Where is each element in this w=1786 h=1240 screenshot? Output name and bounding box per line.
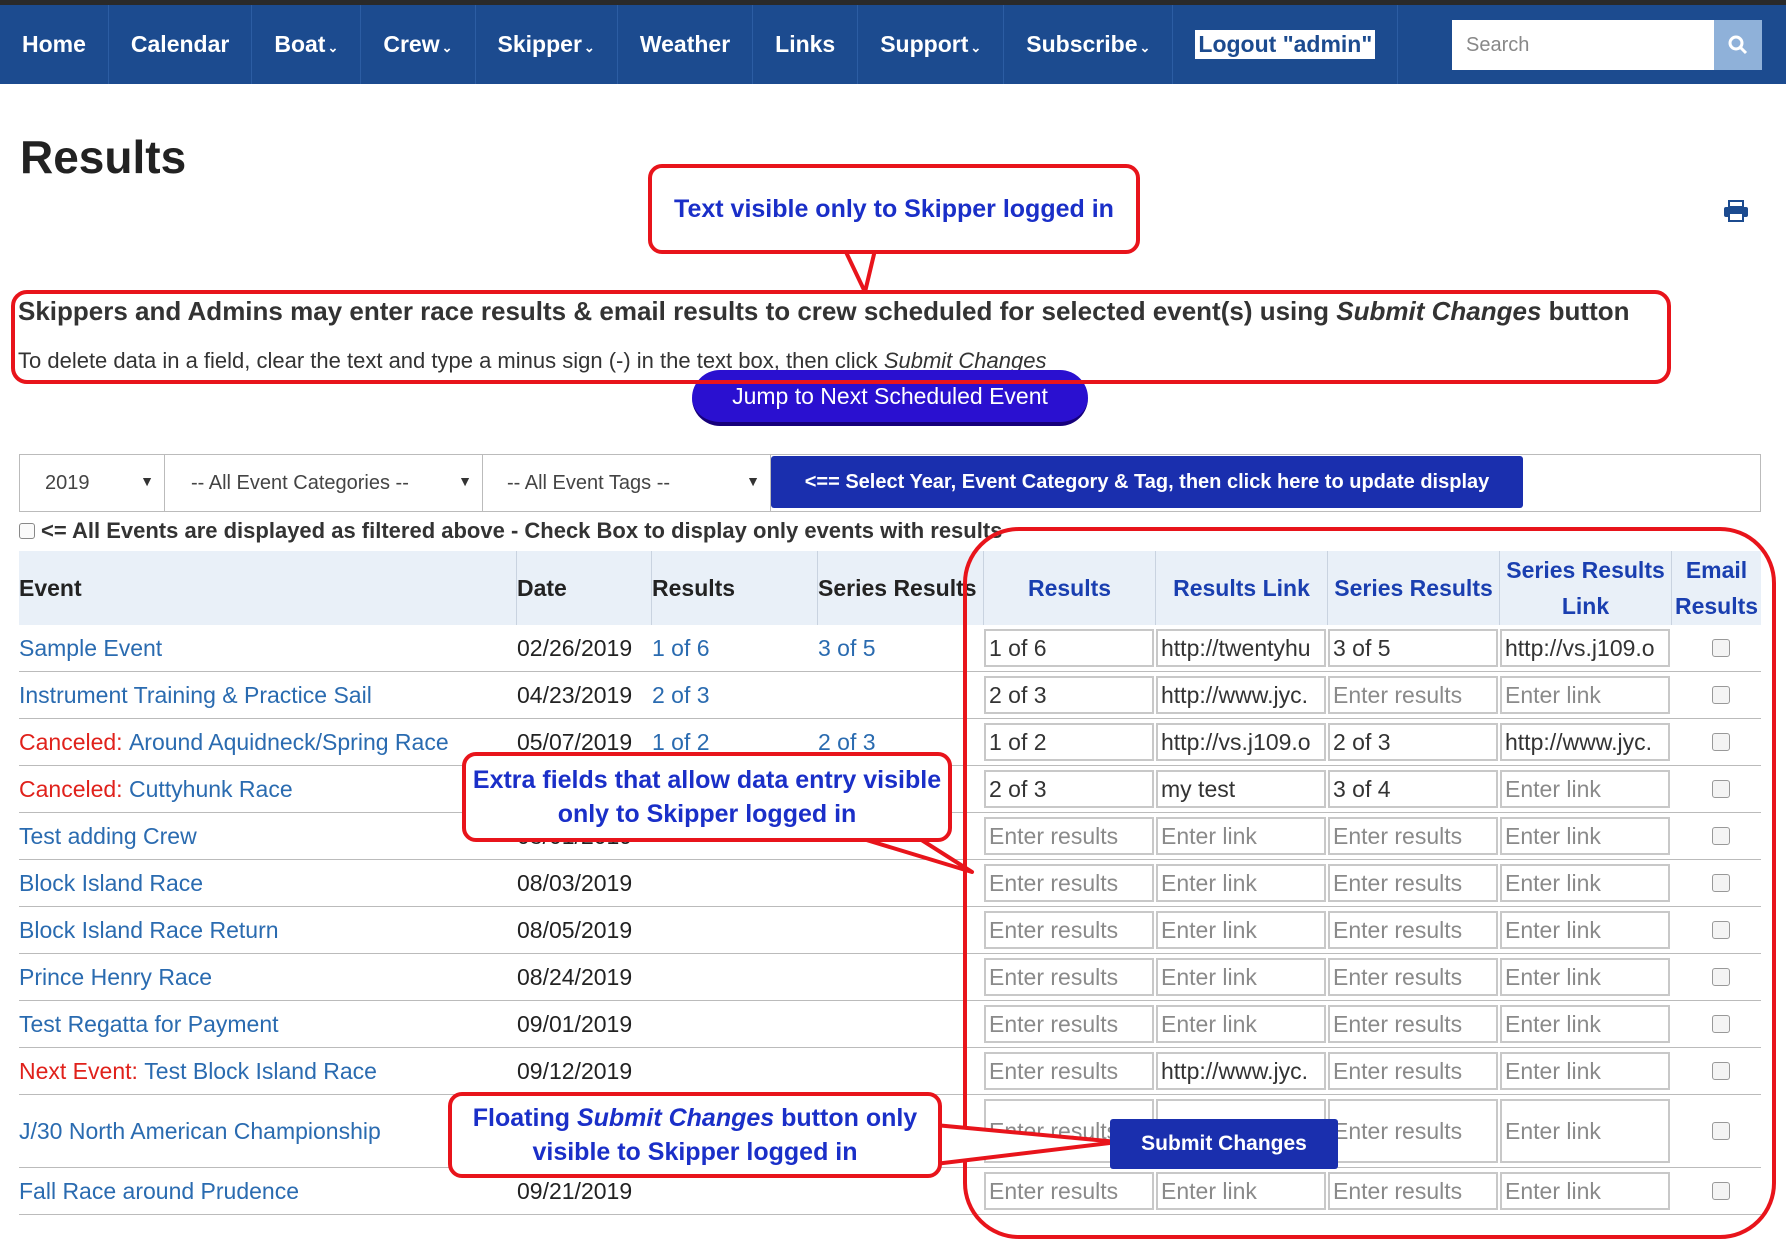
annotation-bottom: Floating Submit Changes button only visi… [448,1092,942,1178]
submit-changes-button[interactable]: Submit Changes [1110,1119,1338,1169]
annotation-top: Text visible only to Skipper logged in [648,164,1140,254]
annotation-middle: Extra fields that allow data entry visib… [462,752,952,842]
